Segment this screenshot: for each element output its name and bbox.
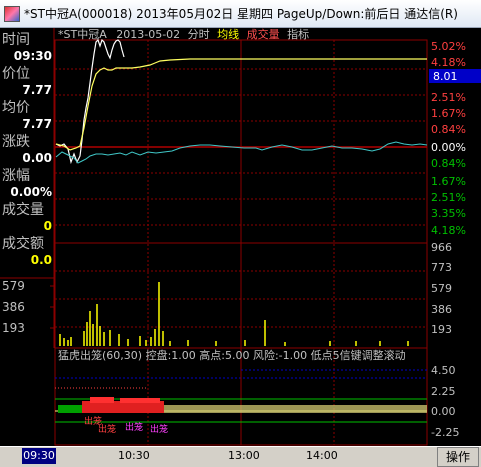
header-avg-line: 均线 bbox=[217, 28, 239, 41]
left-vol-scale-0: 579 bbox=[2, 279, 25, 293]
right-axis: 5.02% 4.18% 8.01 2.51% 1.67% 0.84% 0.00%… bbox=[429, 40, 481, 439]
pct-label: 涨幅 bbox=[2, 168, 30, 184]
header-indicator: 指标 bbox=[287, 28, 309, 41]
axis-down-1: 1.67% bbox=[431, 175, 466, 188]
signal-3: 出笼 bbox=[125, 421, 143, 433]
chart-stage[interactable]: 时间 09:30 价位 7.77 均价 7.77 涨跌 0.00 涨幅 0.00… bbox=[0, 27, 481, 466]
window-title: *ST中冠A(000018) 2013年05月02日 星期四 PageUp/Do… bbox=[24, 7, 458, 21]
volume-label: 成交量 bbox=[2, 201, 44, 218]
axis-up-5: 0.84% bbox=[431, 123, 466, 136]
time-label: 时间 bbox=[2, 32, 30, 48]
axis-up-4: 1.67% bbox=[431, 107, 466, 120]
amount-label: 成交额 bbox=[2, 235, 44, 252]
axis-zero: 0.00% bbox=[431, 141, 466, 154]
axis-up-0: 5.02% bbox=[431, 40, 466, 53]
volume-value: 0 bbox=[44, 219, 52, 233]
header-volume: 成交量 bbox=[247, 28, 280, 41]
amount-value: 0.0 bbox=[31, 253, 52, 267]
pct-value: 0.00% bbox=[10, 185, 52, 199]
time-tick-1030: 10:30 bbox=[118, 449, 150, 462]
price-value: 7.77 bbox=[22, 83, 52, 97]
axis-vol-0: 966 bbox=[431, 241, 452, 254]
axis-ind-2: 0.00 bbox=[431, 405, 456, 418]
price-line bbox=[55, 38, 125, 165]
current-price-label: 8.01 bbox=[433, 70, 458, 83]
signal-2: 出笼 bbox=[98, 423, 116, 435]
time-axis-bar: 09:30 10:30 13:00 14:00 操作 bbox=[0, 446, 481, 467]
change-label: 涨跌 bbox=[2, 134, 30, 150]
svg-text:*ST中冠A 2013-05-02 分时: *ST中冠A 2013-05-02 分时 均线 成交量 指标 bbox=[58, 28, 309, 41]
axis-ind-0: 4.50 bbox=[431, 364, 456, 377]
left-vol-scale-1: 386 bbox=[2, 300, 25, 314]
avg-value: 7.77 bbox=[22, 117, 52, 131]
operate-button[interactable]: 操作 bbox=[437, 447, 479, 467]
axis-down-0: 0.84% bbox=[431, 157, 466, 170]
axis-down-2: 2.51% bbox=[431, 191, 466, 204]
axis-down-3: 3.35% bbox=[431, 207, 466, 220]
change-value: 0.00 bbox=[22, 151, 52, 165]
axis-down-4: 4.18% bbox=[431, 224, 466, 237]
header-date: 2013-05-02 bbox=[116, 28, 180, 41]
app-icon bbox=[4, 5, 20, 22]
axis-vol-2: 579 bbox=[431, 282, 452, 295]
axis-vol-3: 386 bbox=[431, 303, 452, 316]
time-tick-1300: 13:00 bbox=[228, 449, 260, 462]
header-mode: 分时 bbox=[188, 28, 210, 41]
axis-up-3: 2.51% bbox=[431, 91, 466, 104]
indicator-header: 猛虎出笼(60,30) 控盘:1.00 高点:5.00 风险:-1.00 低点5… bbox=[58, 348, 406, 362]
left-vol-scale-2: 193 bbox=[2, 321, 25, 335]
signal-markers: 出笼 出笼 出笼 出笼 bbox=[84, 415, 168, 435]
axis-vol-4: 193 bbox=[431, 323, 452, 336]
axis-vol-1: 773 bbox=[431, 261, 452, 274]
avg-label: 均价 bbox=[2, 100, 30, 116]
axis-ind-1: 2.25 bbox=[431, 385, 456, 398]
signal-4: 出笼 bbox=[150, 423, 168, 435]
current-time-box: 09:30 bbox=[22, 448, 56, 464]
header-stock: *ST中冠A bbox=[58, 28, 107, 41]
time-value: 09:30 bbox=[14, 49, 52, 63]
volume-bars bbox=[59, 282, 409, 346]
window-titlebar: *ST中冠A(000018) 2013年05月02日 星期四 PageUp/Do… bbox=[0, 0, 481, 28]
axis-up-1: 4.18% bbox=[431, 56, 466, 69]
price-label: 价位 bbox=[2, 66, 30, 82]
axis-ind-3: -2.25 bbox=[431, 426, 459, 439]
chart-grid bbox=[54, 39, 428, 446]
time-tick-1400: 14:00 bbox=[306, 449, 338, 462]
